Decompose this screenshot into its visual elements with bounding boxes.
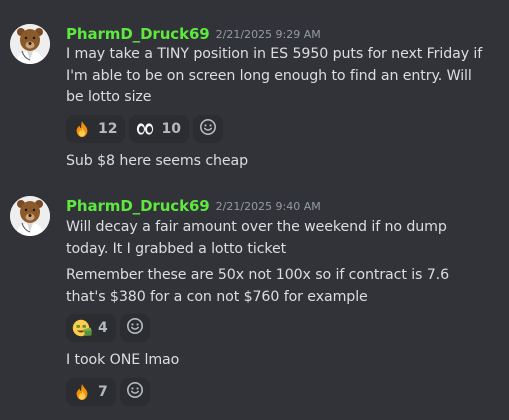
chat-channel: PharmD_Druck69 2/21/2025 9:29 AM I may ta…	[0, 0, 509, 420]
reaction-count: 4	[98, 320, 108, 336]
message-text: Will decay a fair amount over the weeken…	[66, 219, 447, 257]
timestamp: 2/21/2025 9:29 AM	[215, 28, 321, 41]
smile-icon	[199, 118, 217, 140]
avatar[interactable]	[10, 196, 50, 236]
username[interactable]: PharmD_Druck69	[66, 197, 210, 215]
add-reaction-button[interactable]	[119, 314, 150, 342]
message-text: Sub $8 here seems cheap	[66, 153, 249, 169]
reaction-bar: 7	[66, 378, 150, 406]
fire-icon	[72, 382, 92, 402]
reaction-fire[interactable]: 12	[66, 115, 126, 143]
message-text: Remember these are 50x not 100x so if co…	[66, 267, 450, 305]
reaction-count: 10	[161, 121, 181, 137]
smile-icon	[126, 317, 144, 339]
message-text: I may take a TINY position in ES 5950 pu…	[66, 46, 483, 105]
message-header: PharmD_Druck69 2/21/2025 9:40 AM	[66, 196, 321, 218]
eyes-icon	[135, 119, 155, 139]
timestamp: 2/21/2025 9:40 AM	[215, 200, 321, 213]
reaction-bar: 4	[66, 314, 150, 342]
avatar[interactable]	[10, 24, 50, 64]
smile-icon	[126, 381, 144, 403]
message-header: PharmD_Druck69 2/21/2025 9:29 AM	[66, 24, 321, 46]
add-reaction-button[interactable]	[192, 115, 223, 143]
reaction-bar: 12 10	[66, 115, 223, 143]
reaction-count: 7	[98, 384, 108, 400]
reaction-eyes[interactable]: 10	[129, 115, 189, 143]
message-text: I took ONE lmao	[66, 352, 180, 368]
fire-icon	[72, 119, 92, 139]
money-face-icon	[72, 318, 92, 338]
username[interactable]: PharmD_Druck69	[66, 25, 210, 43]
add-reaction-button[interactable]	[119, 378, 150, 406]
reaction-money[interactable]: 4	[66, 314, 116, 342]
reaction-count: 12	[98, 121, 118, 137]
reaction-fire[interactable]: 7	[66, 378, 116, 406]
